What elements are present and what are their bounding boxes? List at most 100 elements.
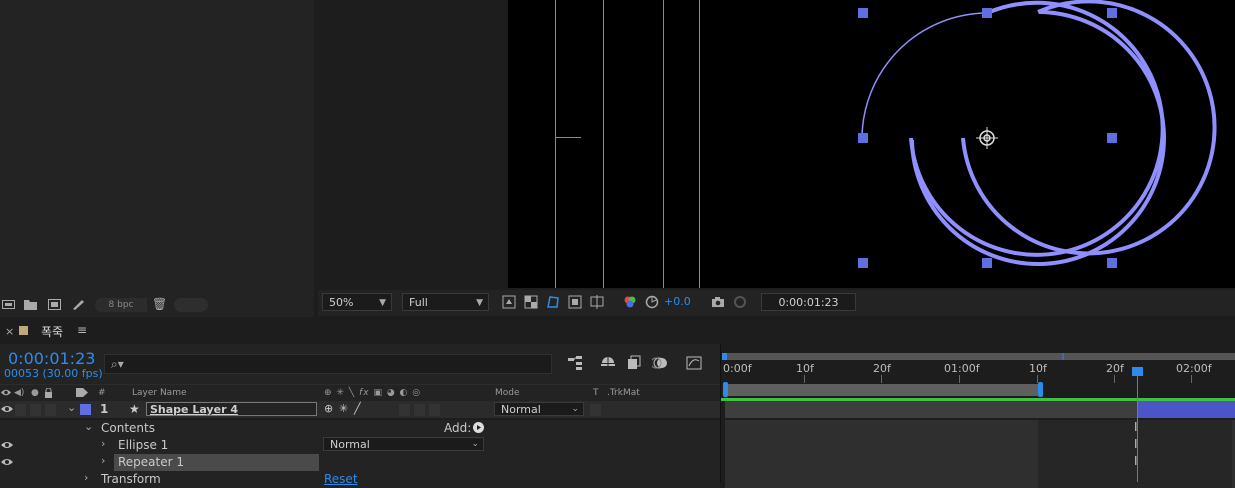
transform-handle[interactable] — [858, 133, 868, 143]
layer-bar-selected[interactable] — [1138, 401, 1235, 418]
frame-blending-icon[interactable] — [626, 355, 642, 371]
graph-editor-icon[interactable] — [686, 355, 702, 371]
new-folder-icon[interactable] — [24, 299, 37, 310]
contents-label: Contents — [101, 421, 155, 435]
region-of-interest-icon[interactable] — [568, 295, 582, 309]
transform-row[interactable]: › Transform Reset — [0, 471, 720, 488]
add-menu-icon[interactable] — [473, 422, 484, 433]
draft-3d-icon[interactable] — [600, 355, 616, 371]
resolution-value: Full — [409, 296, 428, 309]
solo-switch[interactable] — [29, 403, 42, 417]
mask-visibility-icon[interactable] — [546, 295, 560, 309]
motion-blur-icon[interactable] — [652, 355, 668, 371]
zoom-select[interactable]: 50% ▼ — [322, 293, 392, 311]
chevron-down-icon[interactable]: ⌄ — [84, 420, 93, 433]
transparency-grid-icon[interactable] — [524, 295, 538, 309]
work-area-end-handle[interactable] — [1038, 382, 1043, 397]
channel-rgb-icon[interactable] — [623, 295, 637, 309]
playhead-handle[interactable] — [1132, 367, 1143, 376]
chevron-right-icon[interactable]: › — [101, 437, 105, 450]
layer-row[interactable]: ⌄ 1 ★ Shape Layer 4 ⊕ ✳ ╱ Normal ⌄ — [0, 401, 720, 418]
panel-menu-icon[interactable]: ≡ — [77, 323, 87, 337]
ibeam-marker-icon: I — [1134, 454, 1138, 468]
ruler-tick — [1191, 375, 1192, 383]
frame-blend-switch[interactable] — [413, 403, 426, 417]
visibility-eye-icon[interactable] — [1, 439, 13, 451]
ellipse-copy-1 — [909, 0, 1165, 257]
anchor-point-icon[interactable] — [976, 127, 998, 149]
repeater-label: Repeater 1 — [118, 455, 185, 469]
column-layer-name[interactable]: Layer Name — [132, 388, 187, 398]
blend-mode-select[interactable]: Normal ⌄ — [494, 402, 584, 416]
motion-blur-switch[interactable] — [428, 403, 441, 417]
viewer-current-time[interactable]: 0:00:01:23 — [761, 293, 856, 311]
transform-handle[interactable] — [982, 258, 992, 268]
preserve-transparency-switch[interactable] — [589, 403, 602, 417]
visibility-eye-icon[interactable] — [1, 403, 13, 415]
work-area-start-handle[interactable] — [723, 382, 728, 397]
transform-handle[interactable] — [982, 8, 992, 18]
exposure-value[interactable]: +0.0 — [664, 295, 691, 308]
ruler-label: 10f — [1029, 362, 1047, 375]
effect-switch[interactable] — [398, 403, 411, 417]
timeline-tab[interactable]: 폭죽 — [41, 323, 63, 340]
transform-handle[interactable] — [1107, 258, 1117, 268]
current-frame-display: 00053 (30.00 fps) — [4, 367, 103, 380]
shy-switch-icon[interactable]: ⊕ — [324, 402, 333, 415]
visibility-eye-icon[interactable] — [1, 456, 13, 468]
layer-switches-header: ⊕ ✳ ╲ fx ▣ ◕ ◐ ◎ — [324, 388, 422, 398]
project-footer: 8 bpc 🗑 — [0, 294, 314, 316]
close-icon[interactable]: × — [5, 325, 14, 338]
ruler-tick — [959, 375, 960, 383]
project-panel — [0, 0, 314, 317]
interpret-footage-icon[interactable] — [2, 299, 15, 310]
layer-search-input[interactable]: ⌕▾ — [104, 354, 552, 374]
reset-link[interactable]: Reset — [324, 472, 358, 486]
bpc-button[interactable]: 8 bpc — [95, 298, 147, 312]
flowchart-icon[interactable] — [72, 299, 85, 310]
thumbnail-slider[interactable] — [174, 298, 208, 312]
contents-group-row[interactable]: ⌄ Contents Add: — [0, 420, 720, 437]
ibeam-marker-icon: I — [1134, 420, 1138, 434]
timeline-graph[interactable]: 0:00f 10f 20f 01:00f 10f 20f 02:00f I I … — [720, 344, 1235, 488]
current-time-display[interactable]: 0:00:01:23 — [8, 349, 95, 368]
trash-icon[interactable]: 🗑 — [152, 297, 167, 311]
grid-guides-icon[interactable] — [590, 295, 604, 309]
label-color-swatch[interactable] — [80, 404, 91, 415]
ruler-tick — [881, 375, 882, 383]
timeline-tab-bar: × 폭죽 ≡ — [0, 320, 1235, 344]
ellipse-blend-mode-select[interactable]: Normal ⌄ — [323, 437, 484, 451]
ellipse-group-row[interactable]: › Ellipse 1 Normal ⌄ — [0, 437, 720, 454]
layer-name-field[interactable]: Shape Layer 4 — [146, 402, 317, 416]
time-navigator-bar[interactable] — [723, 353, 1235, 360]
composition-canvas[interactable] — [508, 0, 1235, 288]
collapse-switch-icon[interactable]: ✳ — [339, 402, 348, 415]
chevron-right-icon[interactable]: › — [101, 454, 105, 467]
audio-switch[interactable] — [14, 403, 27, 417]
shape-layer-star-icon: ★ — [129, 402, 140, 416]
work-area-bar[interactable] — [725, 384, 1042, 396]
transform-handle[interactable] — [858, 8, 868, 18]
transform-label: Transform — [101, 472, 161, 486]
resolution-select[interactable]: Full ▼ — [402, 293, 489, 311]
fast-previews-icon[interactable] — [502, 295, 516, 309]
transform-handle[interactable] — [1107, 133, 1117, 143]
layer-bar[interactable] — [725, 401, 1138, 418]
snapshot-camera-icon[interactable] — [711, 295, 725, 309]
navigator-start-handle[interactable] — [722, 353, 727, 360]
transform-handle[interactable] — [1107, 8, 1117, 18]
time-ruler[interactable]: 0:00f 10f 20f 01:00f 10f 20f 02:00f — [721, 362, 1235, 383]
repeater-row[interactable]: › Repeater 1 — [0, 454, 720, 471]
lock-switch[interactable] — [44, 403, 57, 417]
new-composition-icon[interactable] — [48, 299, 61, 310]
column-index: # — [98, 388, 106, 398]
quality-switch-icon[interactable]: ╱ — [354, 402, 361, 415]
reset-exposure-icon[interactable] — [645, 295, 659, 309]
chevron-down-icon: ▼ — [476, 298, 483, 308]
add-label: Add: — [444, 421, 472, 435]
chevron-right-icon[interactable]: › — [84, 471, 88, 484]
transform-handle[interactable] — [858, 258, 868, 268]
chevron-down-icon[interactable]: ⌄ — [67, 401, 76, 414]
comp-flowchart-icon[interactable] — [567, 355, 583, 371]
column-preserve-transparency: T — [593, 388, 599, 398]
